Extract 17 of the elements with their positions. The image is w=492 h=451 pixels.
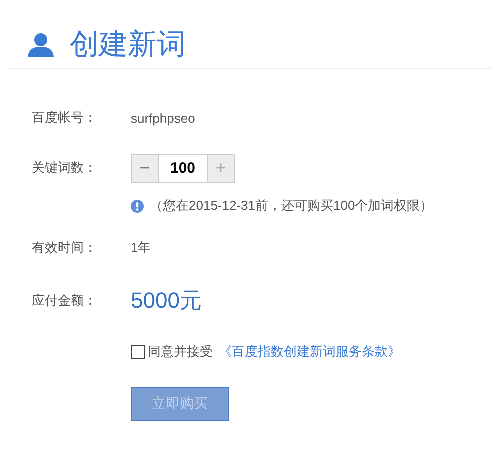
field-label: 百度帐号： <box>32 109 98 127</box>
decrement-button[interactable]: − <box>131 154 159 182</box>
terms-link[interactable]: 《百度指数创建新词服务条款》 <box>219 343 401 361</box>
field-label: 有效时间： <box>32 239 98 257</box>
checkbox[interactable] <box>131 345 145 359</box>
note-text: （您在2015-12-31前，还可购买100个加词权限） <box>150 197 434 215</box>
agreement-text: 同意并接受 <box>148 343 213 361</box>
field-label: 应付金额： <box>32 292 98 310</box>
info-icon <box>131 200 144 212</box>
user-icon <box>28 33 54 57</box>
increment-button[interactable]: + <box>207 154 235 182</box>
field-label: 关键词数： <box>32 159 98 177</box>
quantity-field[interactable]: 100 <box>159 154 207 182</box>
field-value: 1年 <box>131 239 152 257</box>
page-title: 创建新词 <box>70 28 186 63</box>
field-value: surfphpseo <box>131 110 196 126</box>
amount-value: 5000元 <box>131 287 202 315</box>
